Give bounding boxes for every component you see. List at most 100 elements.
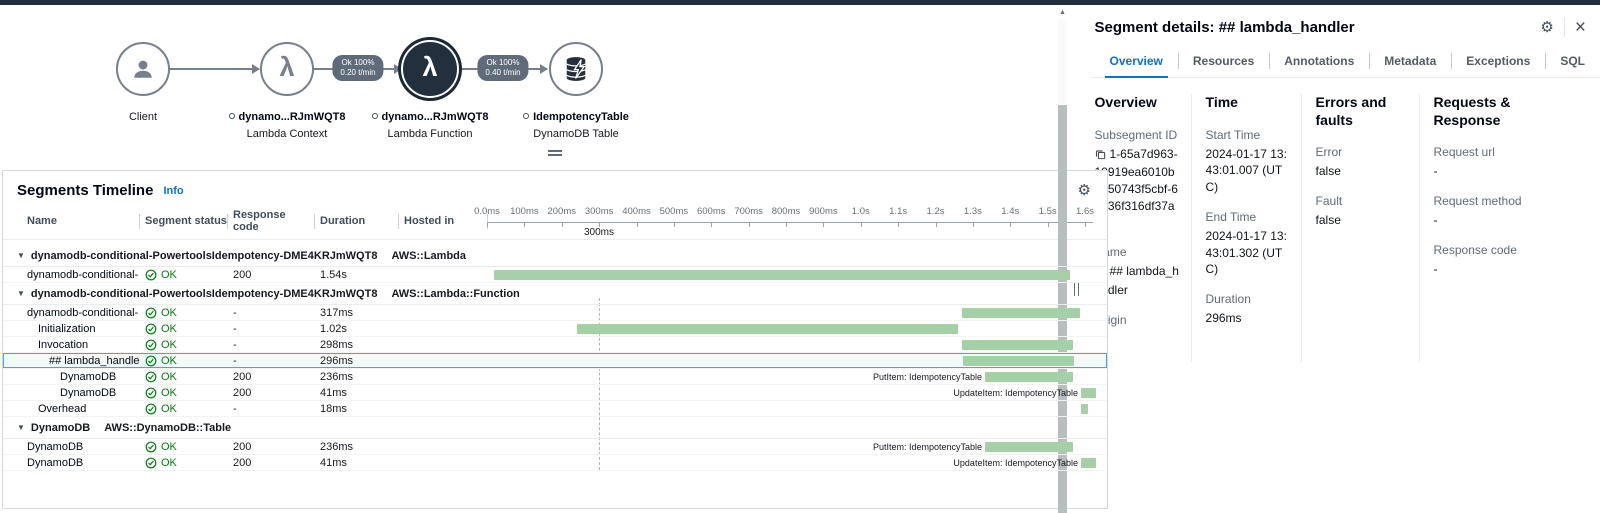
axis-tick-label: 700ms bbox=[734, 206, 763, 217]
node-label: dynamo...RJmWQT8 bbox=[382, 111, 489, 123]
field-value: - bbox=[1434, 213, 1438, 227]
segment-status: OK bbox=[161, 307, 177, 319]
response-code: - bbox=[227, 339, 314, 351]
chevron-down-icon[interactable]: ▼ bbox=[17, 251, 25, 260]
duration-bar[interactable] bbox=[577, 324, 958, 334]
duration-bar[interactable] bbox=[1081, 404, 1088, 414]
duration-bar[interactable] bbox=[494, 270, 1070, 280]
node-lambda-function[interactable]: λ bbox=[403, 42, 457, 96]
status-dot-icon bbox=[372, 113, 378, 119]
panel-section-time: Time Start Time2024-01-17 13:43:01.007 (U… bbox=[1191, 94, 1301, 362]
chevron-down-icon[interactable]: ▼ bbox=[17, 289, 25, 298]
detail-field: End Time2024-01-17 13:43:01.302 (UTC) bbox=[1206, 210, 1291, 278]
axis-tick bbox=[823, 222, 824, 227]
duration-bar[interactable] bbox=[962, 340, 1073, 350]
segment-row[interactable]: DynamoDBOK20041msUpdateItem: Idempotency… bbox=[3, 455, 1107, 471]
segment-group-row[interactable]: ▼dynamodb-conditional-PowertoolsIdempote… bbox=[3, 245, 1107, 267]
axis-tick bbox=[1085, 222, 1086, 227]
duration-bar[interactable] bbox=[1081, 458, 1096, 468]
tab-overview[interactable]: Overview bbox=[1095, 49, 1178, 77]
axis-tick bbox=[524, 222, 525, 227]
axis-tick-label: 200ms bbox=[547, 206, 576, 217]
column-header-duration[interactable]: Duration bbox=[314, 203, 398, 239]
segment-row[interactable]: DynamoDBOK200236msPutItem: IdempotencyTa… bbox=[3, 369, 1107, 385]
bar-operation-label: UpdateItem: IdempotencyTable bbox=[953, 458, 1078, 468]
duration: 1.54s bbox=[314, 269, 398, 281]
column-header-name[interactable]: Name bbox=[3, 203, 139, 239]
group-name: dynamodb-conditional-PowertoolsIdempoten… bbox=[31, 288, 378, 300]
duration-bar[interactable] bbox=[985, 372, 1073, 382]
service-map: Ok 100% 0.20 t/min Ok 100% 0.40 t/min Cl… bbox=[0, 5, 1110, 165]
column-header-segment-status[interactable]: Segment status bbox=[139, 203, 227, 239]
segment-row[interactable]: OverheadOK-18ms bbox=[3, 401, 1107, 417]
field-value: false bbox=[1316, 164, 1341, 178]
tab-exceptions[interactable]: Exceptions bbox=[1451, 49, 1545, 77]
timeline-chart-cell bbox=[487, 401, 1107, 416]
segment-row-selected[interactable]: ## lambda_handlerOK-296ms bbox=[3, 353, 1107, 369]
response-code: 200 bbox=[227, 387, 314, 399]
segment-status: OK bbox=[161, 269, 177, 281]
duration: 18ms bbox=[314, 403, 398, 415]
axis-tick-label: 500ms bbox=[660, 206, 689, 217]
column-header-response-code[interactable]: Response code bbox=[227, 203, 314, 239]
segment-group-row[interactable]: ▼DynamoDBAWS::DynamoDB::Table bbox=[3, 417, 1107, 439]
close-icon[interactable]: × bbox=[1575, 18, 1586, 37]
segment-row[interactable]: dynamodb-conditional-P...OK-317ms bbox=[3, 305, 1107, 321]
axis-tick-label: 1.1s bbox=[889, 206, 907, 217]
axis-tick bbox=[1048, 222, 1049, 227]
timeline-chart-cell: UpdateItem: IdempotencyTable bbox=[487, 455, 1107, 470]
segment-row[interactable]: DynamoDBOK200236msPutItem: IdempotencyTa… bbox=[3, 439, 1107, 455]
segment-group-row[interactable]: ▼ dynamodb-conditional-PowertoolsIdempote… bbox=[3, 283, 1107, 305]
duration: 236ms bbox=[314, 441, 398, 453]
status-dot-icon bbox=[229, 113, 235, 119]
node-label: Client bbox=[129, 111, 157, 123]
panel-section-errors-and-faults: Errors and faultsErrorfalseFaultfalse bbox=[1301, 94, 1419, 362]
segment-status: OK bbox=[161, 323, 177, 335]
segment-details-panel: Segment details: ## lambda_handler ⚙ × O… bbox=[1083, 5, 1600, 513]
axis-tick bbox=[936, 222, 937, 227]
timeline-axis: 300ms 0.0ms100ms200ms300ms400ms500ms600m… bbox=[487, 203, 1107, 239]
tab-resources[interactable]: Resources bbox=[1178, 49, 1269, 77]
duration-bar[interactable] bbox=[985, 442, 1073, 452]
axis-tick bbox=[749, 222, 750, 227]
tab-metadata[interactable]: Metadata bbox=[1369, 49, 1451, 77]
panel-settings-gear-icon[interactable]: ⚙ bbox=[1540, 20, 1553, 35]
tab-annotations[interactable]: Annotations bbox=[1269, 49, 1369, 77]
map-resize-handle[interactable] bbox=[548, 148, 562, 158]
response-code: - bbox=[227, 323, 314, 335]
detail-field: Start Time2024-01-17 13:43:01.007 (UTC) bbox=[1206, 128, 1291, 196]
duration-bar[interactable] bbox=[962, 308, 1080, 318]
edge-traffic-badge: Ok 100% 0.40 t/min bbox=[477, 55, 528, 81]
axis-tick bbox=[637, 222, 638, 227]
duration: 1.02s bbox=[314, 323, 398, 335]
segment-row[interactable]: InvocationOK-298ms bbox=[3, 337, 1107, 353]
panel-section-requests-response: Requests & ResponseRequest url-Request m… bbox=[1419, 94, 1590, 362]
segment-details-tabs: OverviewResourcesAnnotationsMetadataExce… bbox=[1091, 49, 1600, 78]
response-code: 200 bbox=[227, 441, 314, 453]
axis-tick bbox=[674, 222, 675, 227]
axis-tick bbox=[711, 222, 712, 227]
info-link[interactable]: Info bbox=[163, 185, 183, 197]
chevron-down-icon[interactable]: ▼ bbox=[17, 423, 25, 432]
segment-row[interactable]: DynamoDBOK20041msUpdateItem: Idempotency… bbox=[3, 385, 1107, 401]
section-heading: Errors and faults bbox=[1316, 94, 1409, 129]
detail-field: Faultfalse bbox=[1316, 194, 1409, 229]
section-heading: Time bbox=[1206, 94, 1291, 112]
node-lambda-context[interactable]: λ bbox=[260, 42, 314, 96]
duration-bar[interactable] bbox=[1081, 388, 1096, 398]
tab-sql[interactable]: SQL bbox=[1545, 49, 1600, 77]
segment-row[interactable]: Initialization OK -1.02s bbox=[3, 321, 1107, 337]
segment-name: dynamodb-conditional-P... bbox=[3, 307, 139, 319]
timeline-chart-cell bbox=[487, 321, 1107, 336]
badge-rate: 0.20 t/min bbox=[340, 68, 375, 78]
field-label: Duration bbox=[1206, 292, 1291, 306]
field-label: Response code bbox=[1434, 243, 1580, 257]
duration-bar[interactable] bbox=[963, 356, 1074, 366]
segment-name: Initialization bbox=[3, 323, 139, 335]
segment-status: OK bbox=[161, 457, 177, 469]
group-name: DynamoDB bbox=[31, 422, 90, 434]
segment-row[interactable]: dynamodb-conditional-P...OK2001.54s bbox=[3, 267, 1107, 283]
node-client[interactable] bbox=[116, 42, 170, 96]
status-dot-icon bbox=[523, 113, 529, 119]
node-dynamodb-table[interactable] bbox=[549, 42, 603, 96]
